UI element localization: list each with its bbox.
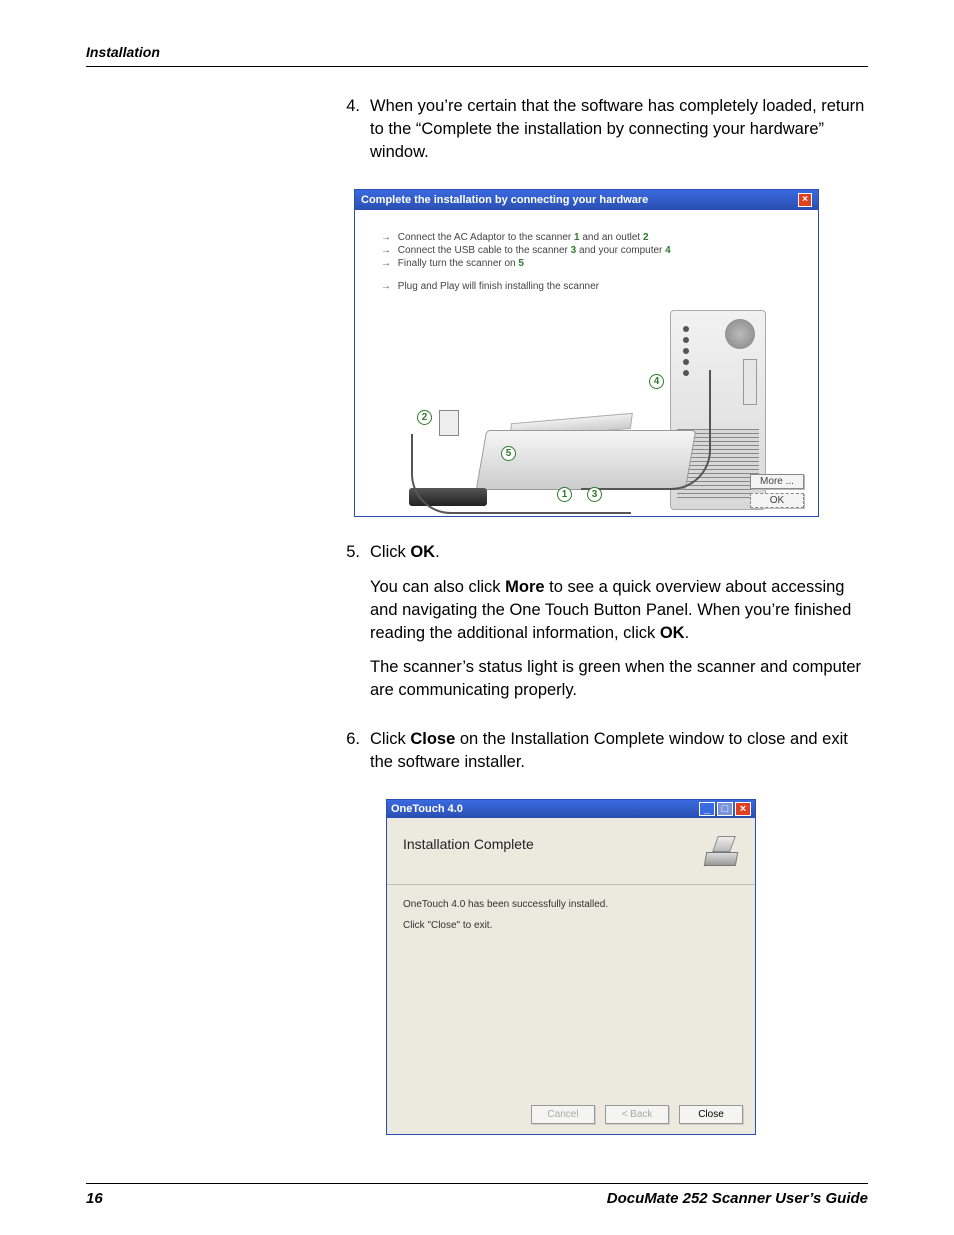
install-complete-heading: Installation Complete (403, 836, 534, 852)
step-5-number: 5. (344, 541, 370, 714)
win1-title-text: Complete the installation by connecting … (361, 194, 648, 206)
step-4-text: When you’re certain that the software ha… (370, 95, 868, 163)
callout-2: 2 (417, 410, 432, 425)
page-number: 16 (86, 1190, 103, 1207)
close-icon[interactable]: × (798, 193, 812, 207)
win2-footer: Cancel < Back Close (387, 1095, 755, 1134)
hardware-connect-window: Complete the installation by connecting … (354, 189, 819, 517)
arrow-icon: → (381, 281, 391, 292)
arrow-icon: → (381, 258, 391, 269)
cancel-button[interactable]: Cancel (531, 1105, 595, 1124)
win1-line3: → Finally turn the scanner on 5 (381, 258, 792, 269)
win2-body: OneTouch 4.0 has been successfully insta… (387, 885, 755, 1095)
close-icon[interactable]: × (735, 802, 751, 816)
content-area: 4. When you’re certain that the software… (344, 95, 868, 1135)
win2-body-line2: Click "Close" to exit. (403, 920, 739, 931)
minimize-icon[interactable]: _ (699, 802, 715, 816)
install-complete-window: OneTouch 4.0 _ □ × Installation Complete… (386, 799, 756, 1135)
step-5-line1: Click OK. (370, 541, 868, 564)
step-6: 6. Click Close on the Installation Compl… (344, 728, 868, 786)
section-title: Installation (86, 44, 160, 60)
maximize-icon[interactable]: □ (717, 802, 733, 816)
step-5-line2: You can also click More to see a quick o… (370, 576, 868, 644)
win1-line1: → Connect the AC Adaptor to the scanner … (381, 232, 792, 243)
back-button[interactable]: < Back (605, 1105, 669, 1124)
hardware-diagram: 1 2 3 4 5 (381, 310, 792, 504)
scanner-icon (705, 836, 739, 866)
win1-line2: → Connect the USB cable to the scanner 3… (381, 245, 792, 256)
win2-titlebar: OneTouch 4.0 _ □ × (387, 800, 755, 818)
win2-body-line1: OneTouch 4.0 has been successfully insta… (403, 899, 739, 910)
win1-body: → Connect the AC Adaptor to the scanner … (355, 210, 818, 516)
win1-titlebar: Complete the installation by connecting … (355, 190, 818, 210)
win2-header: Installation Complete (387, 818, 755, 885)
more-button[interactable]: More ... (750, 474, 804, 489)
close-button[interactable]: Close (679, 1105, 743, 1124)
page-footer: 16 DocuMate 252 Scanner User’s Guide (86, 1183, 868, 1207)
ok-button[interactable]: OK (750, 493, 804, 508)
doc-title: DocuMate 252 Scanner User’s Guide (607, 1190, 868, 1207)
step-5-line3: The scanner’s status light is green when… (370, 656, 868, 702)
win2-title-text: OneTouch 4.0 (391, 803, 463, 815)
step-4-number: 4. (344, 95, 370, 175)
page-header: Installation (86, 44, 868, 67)
outlet-illustration (439, 410, 459, 436)
win1-line4: → Plug and Play will finish installing t… (381, 281, 792, 292)
step-6-text: Click Close on the Installation Complete… (370, 728, 868, 774)
arrow-icon: → (381, 232, 391, 243)
step-4: 4. When you’re certain that the software… (344, 95, 868, 175)
step-5: 5. Click OK. You can also click More to … (344, 541, 868, 714)
arrow-icon: → (381, 245, 391, 256)
step-6-number: 6. (344, 728, 370, 786)
